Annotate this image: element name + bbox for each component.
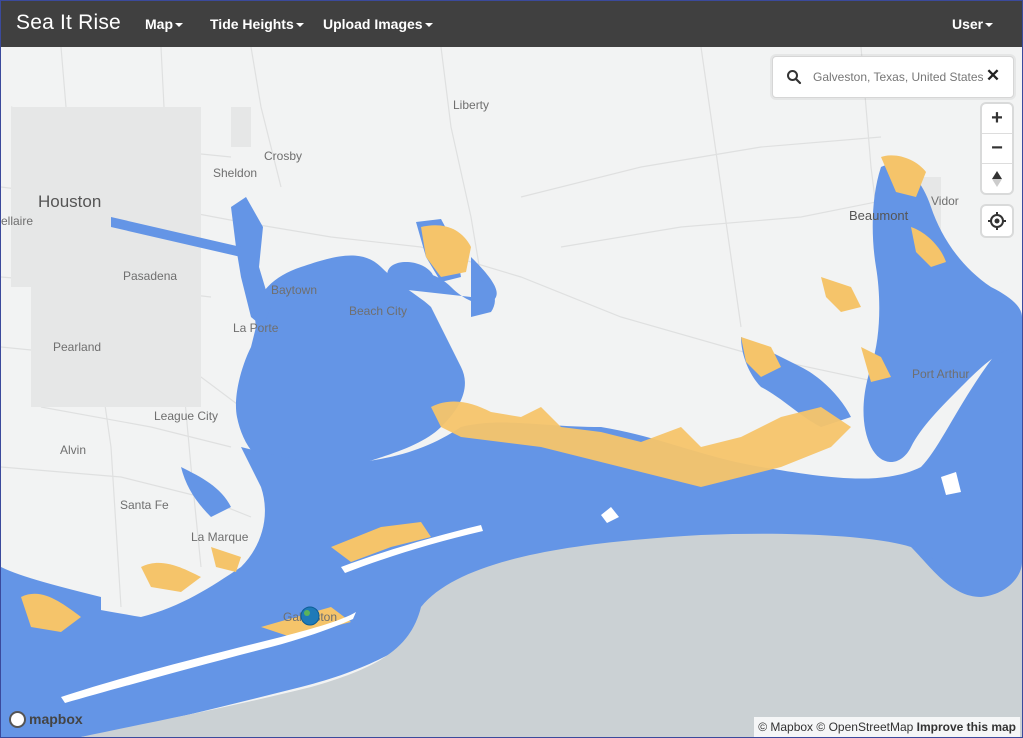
mapbox-logo-text: mapbox	[29, 711, 83, 727]
nav-user-menu[interactable]: User	[952, 16, 994, 32]
top-navbar: Sea It Rise Map Tide Heights Upload Imag…	[1, 1, 1022, 47]
label-beaumont: Beaumont	[849, 208, 909, 223]
search-icon	[787, 70, 802, 85]
map-canvas[interactable]: Houston Liberty Sheldon Crosby Beaumont …	[1, 47, 1022, 737]
label-pearland: Pearland	[53, 340, 101, 354]
caret-down-icon	[175, 23, 183, 28]
label-bellaire: ellaire	[1, 214, 33, 228]
location-marker-highlight	[304, 610, 310, 616]
label-la-porte: La Porte	[233, 321, 279, 335]
label-crosby: Crosby	[264, 149, 302, 163]
label-vidor: Vidor	[931, 194, 959, 208]
nav-map-menu[interactable]: Map	[145, 16, 183, 32]
attribution-osm-link[interactable]: © OpenStreetMap	[816, 720, 913, 734]
map-navigation-controls: + −	[982, 104, 1012, 193]
label-houston: Houston	[38, 192, 101, 211]
nav-user-label: User	[952, 16, 984, 32]
label-santa-fe: Santa Fe	[120, 498, 169, 512]
close-icon[interactable]: ✕	[983, 66, 1003, 86]
attribution-mapbox-link[interactable]: © Mapbox	[758, 720, 813, 734]
brand-title[interactable]: Sea It Rise	[16, 11, 121, 35]
label-beach-city: Beach City	[349, 304, 407, 318]
label-liberty: Liberty	[453, 98, 489, 112]
geolocate-icon	[988, 212, 1006, 230]
label-alvin: Alvin	[60, 443, 86, 457]
geolocate-button[interactable]	[982, 206, 1012, 236]
caret-down-icon	[424, 23, 433, 28]
nav-upload-images-menu[interactable]: Upload Images	[323, 16, 433, 32]
zoom-in-button[interactable]: +	[982, 104, 1012, 134]
geocoder-search-box: ✕	[772, 56, 1014, 98]
caret-down-icon	[985, 23, 994, 28]
label-pasadena: Pasadena	[123, 269, 177, 283]
label-league-city: League City	[154, 409, 218, 423]
nav-map-label: Map	[145, 16, 173, 32]
nav-tide-heights-menu[interactable]: Tide Heights	[210, 16, 304, 32]
label-port-arthur: Port Arthur	[912, 367, 969, 381]
zoom-out-button[interactable]: −	[982, 134, 1012, 164]
nav-tide-heights-label: Tide Heights	[210, 16, 294, 32]
app-window: Sea It Rise Map Tide Heights Upload Imag…	[0, 0, 1023, 738]
mapbox-logo-icon	[9, 710, 26, 728]
location-marker[interactable]	[300, 606, 320, 626]
mapbox-logo[interactable]: mapbox	[9, 709, 83, 729]
search-input[interactable]	[813, 67, 983, 87]
label-la-marque: La Marque	[191, 530, 249, 544]
map-attribution: © Mapbox © OpenStreetMap Improve this ma…	[754, 717, 1020, 737]
label-sheldon: Sheldon	[213, 166, 257, 180]
nav-upload-images-label: Upload Images	[323, 16, 423, 32]
caret-down-icon	[295, 23, 304, 28]
compass-button[interactable]	[982, 164, 1012, 193]
label-baytown: Baytown	[271, 283, 317, 297]
improve-map-link[interactable]: Improve this map	[917, 720, 1016, 734]
compass-icon	[992, 170, 1002, 187]
